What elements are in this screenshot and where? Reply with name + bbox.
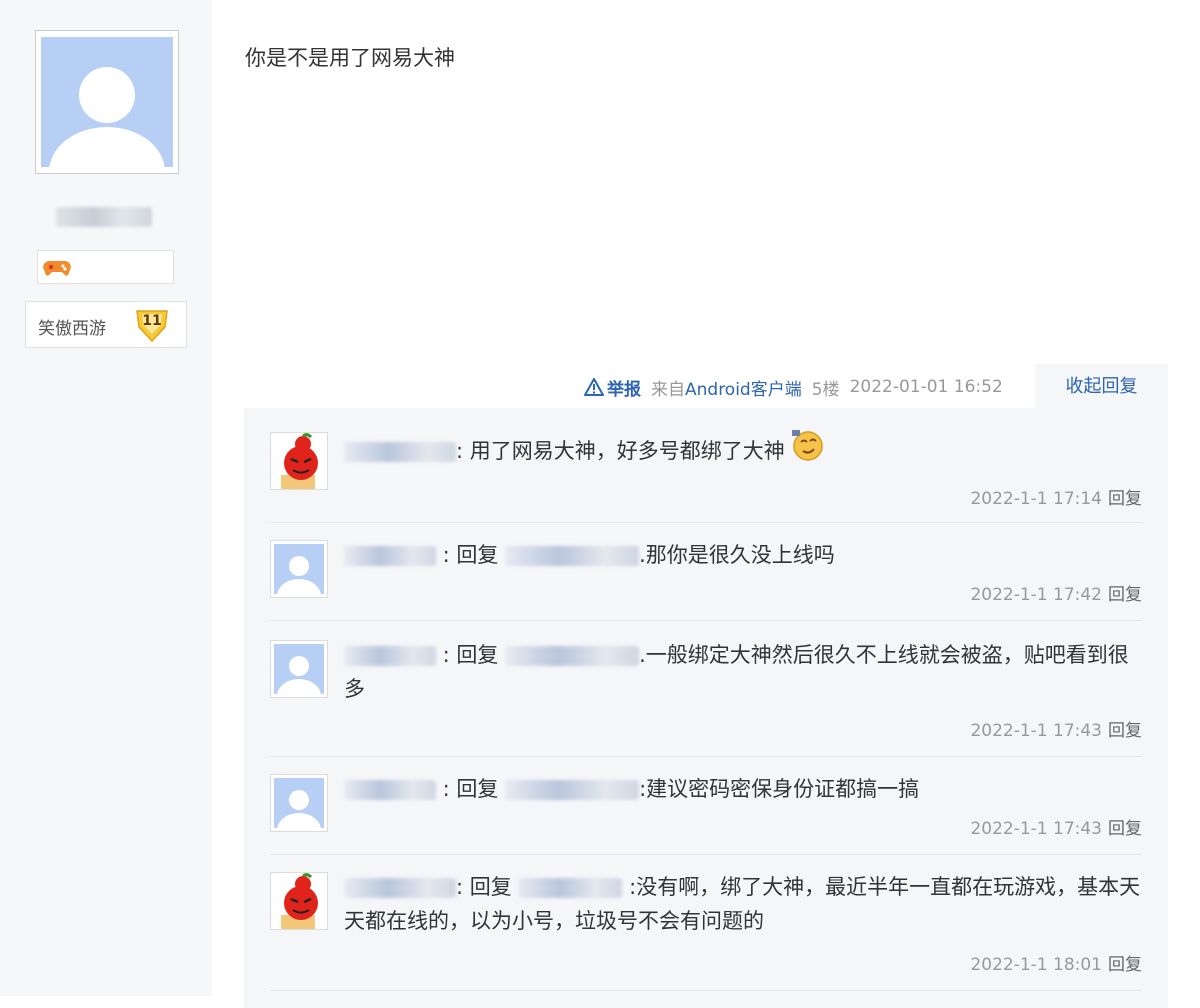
reply-prefix: : 回复 (456, 875, 519, 899)
post-tail: 举报 来自Android客户端 5楼 2022-01-01 16:52 (584, 374, 1003, 400)
post-datetime: 2022-01-01 16:52 (849, 377, 1003, 397)
default-user-icon (277, 556, 321, 594)
reply-target-blurred[interactable] (518, 878, 623, 898)
reply-meta: 2022-1-1 17:43 回复 (970, 716, 1142, 741)
reply-author-blurred[interactable] (344, 546, 436, 566)
default-user-icon (49, 67, 165, 167)
collapse-replies-button[interactable]: 收起回复 (1035, 364, 1168, 410)
reply-time: 2022-1-1 17:43 (970, 819, 1102, 839)
reply-time: 2022-1-1 18:01 (970, 955, 1102, 975)
reply-body: :建议密码密保身份证都搞一搞 (639, 777, 920, 801)
reply-item: : 回复 .一般绑定大神然后很久不上线就会被盗，贴吧看到很多 2022-1-1 … (270, 620, 1142, 757)
reply-author-blurred[interactable] (344, 442, 456, 462)
reply-avatar[interactable] (270, 774, 328, 832)
reply-button[interactable]: 回复 (1108, 955, 1142, 975)
reply-text: : 回复 :建议密码密保身份证都搞一搞 (344, 772, 1144, 806)
gourd-character-avatar-icon (271, 433, 327, 489)
reply-meta: 2022-1-1 17:42 回复 (970, 580, 1142, 605)
reply-item: : 回复 :建议密码密保身份证都搞一搞 2022-1-1 17:43 回复 (270, 756, 1142, 855)
source-client-link[interactable]: Android客户端 (685, 380, 802, 400)
post-source: 来自Android客户端 (651, 375, 802, 400)
report-label: 举报 (607, 379, 641, 400)
level-number: 11 (142, 313, 162, 329)
reply-target-blurred[interactable] (505, 546, 640, 566)
author-sidebar: 笑傲西游 11 (0, 0, 212, 996)
reply-button[interactable]: 回复 (1108, 489, 1142, 509)
reply-author-blurred[interactable] (344, 646, 436, 666)
reply-avatar[interactable] (270, 872, 328, 930)
reply-body: : 用了网易大神，好多号都绑了大神 (456, 439, 785, 463)
game-level-badge[interactable]: 笑傲西游 11 (25, 301, 187, 348)
reply-button[interactable]: 回复 (1108, 819, 1142, 839)
reply-meta: 2022-1-1 18:01 回复 (970, 950, 1142, 975)
reply-time: 2022-1-1 17:42 (970, 585, 1102, 605)
reply-avatar[interactable] (270, 432, 328, 490)
source-prefix: 来自 (651, 379, 685, 400)
reply-time: 2022-1-1 17:43 (970, 721, 1102, 741)
level-shield-icon: 11 (134, 307, 170, 343)
reply-prefix: : 回复 (436, 543, 506, 567)
reply-button[interactable]: 回复 (1108, 585, 1142, 605)
reply-prefix: : 回复 (436, 777, 506, 801)
reply-target-blurred[interactable] (505, 780, 640, 800)
reply-item: : 回复 .那你是很久没上线吗 2022-1-1 17:42 回复 (270, 522, 1142, 621)
default-user-icon (277, 790, 321, 828)
default-user-icon (277, 656, 321, 694)
reply-author-blurred[interactable] (344, 780, 436, 800)
reply-button[interactable]: 回复 (1108, 721, 1142, 741)
reply-item: : 回复 :没有啊，绑了大神，最近半年一直都在玩游戏，基本天天都在线的，以为小号… (270, 854, 1142, 991)
reply-item: : 用了网易大神，好多号都绑了大神 2022-1-1 17:14 回复 (270, 430, 1144, 523)
reply-avatar[interactable] (270, 640, 328, 698)
reply-avatar[interactable] (270, 540, 328, 598)
reply-body: .那你是很久没上线吗 (639, 543, 835, 567)
author-name-blurred[interactable] (56, 207, 152, 227)
gamepad-icon (43, 261, 71, 276)
report-button[interactable]: 举报 (584, 375, 641, 400)
author-avatar[interactable] (35, 30, 179, 174)
reply-text: : 回复 .一般绑定大神然后很久不上线就会被盗，贴吧看到很多 (344, 638, 1144, 706)
reply-target-blurred[interactable] (505, 646, 640, 666)
smirk-emoji-icon (792, 430, 824, 461)
reply-meta: 2022-1-1 17:14 回复 (970, 484, 1142, 509)
game-name: 笑傲西游 (38, 319, 106, 339)
reply-author-blurred[interactable] (344, 878, 456, 898)
badge-box (37, 250, 174, 284)
reply-panel: : 用了网易大神，好多号都绑了大神 2022-1-1 17:14 回复 : 回复 … (244, 408, 1168, 1008)
reply-meta: 2022-1-1 17:43 回复 (970, 814, 1142, 839)
floor-number: 5楼 (811, 379, 840, 400)
gourd-character-avatar-icon (271, 873, 327, 929)
reply-text: : 用了网易大神，好多号都绑了大神 (344, 430, 1144, 468)
reply-time: 2022-1-1 17:14 (970, 489, 1102, 509)
warning-icon (584, 378, 604, 396)
reply-prefix: : 回复 (436, 643, 506, 667)
post-content: 你是不是用了网易大神 (245, 46, 455, 70)
reply-text: : 回复 .那你是很久没上线吗 (344, 538, 1144, 572)
reply-text: : 回复 :没有啊，绑了大神，最近半年一直都在玩游戏，基本天天都在线的，以为小号… (344, 870, 1144, 938)
